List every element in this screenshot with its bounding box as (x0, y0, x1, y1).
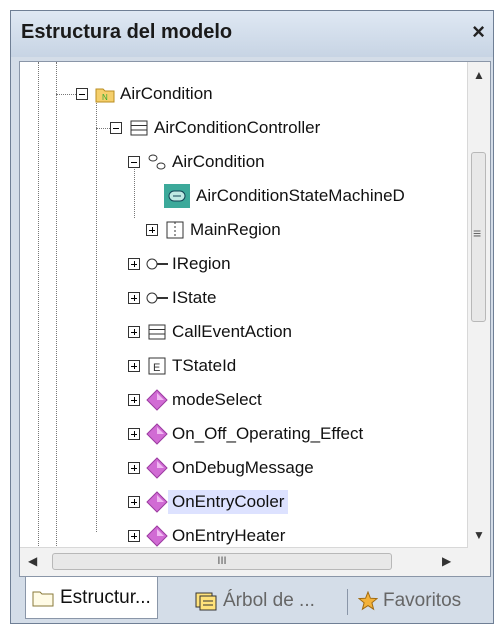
tree-item-aircondition-statemachine[interactable]: AirCondition (128, 148, 269, 176)
expand-icon[interactable] (128, 292, 140, 304)
tree-item-label: CallEventAction (172, 322, 293, 341)
tree-item-tstateid[interactable]: E TStateId (128, 352, 240, 380)
expand-icon[interactable] (146, 224, 158, 236)
tree-item-label: OnEntryCooler (168, 490, 289, 514)
tree-item-label: IRegion (172, 254, 231, 273)
svg-text:N: N (102, 93, 108, 102)
tree-item-ondebugmessage[interactable]: OnDebugMessage (128, 454, 318, 482)
star-icon (357, 590, 379, 612)
tree-guide (96, 128, 110, 129)
tree-item-calleventaction[interactable]: CallEventAction (128, 318, 296, 346)
tree-item-label: TStateId (172, 356, 237, 375)
tree-guide (96, 92, 97, 532)
class-icon (128, 117, 150, 139)
signal-icon (146, 389, 168, 411)
tree-item-label: modeSelect (172, 390, 262, 409)
tree-item-iregion[interactable]: IRegion (128, 250, 235, 278)
expand-icon[interactable] (128, 428, 140, 440)
tab-arbol[interactable]: Árbol de ... (195, 583, 315, 619)
tree-item-label: AirConditionStateMachineD (196, 186, 405, 205)
tree-item-mainregion[interactable]: MainRegion (146, 216, 285, 244)
expand-icon[interactable] (128, 258, 140, 270)
tab-divider (347, 589, 348, 615)
tree-item-aircondition-package[interactable]: N AirCondition (76, 80, 217, 108)
expand-icon[interactable] (128, 360, 140, 372)
model-tree: N AirCondition AirConditionController Ai… (20, 62, 468, 548)
tree-item-onentrycooler[interactable]: OnEntryCooler (128, 488, 289, 516)
tree-guide (56, 94, 76, 95)
tree-icon (195, 590, 217, 612)
expand-icon[interactable] (128, 496, 140, 508)
tree-item-modeselect[interactable]: modeSelect (128, 386, 266, 414)
tree-item-label: OnDebugMessage (172, 458, 314, 477)
signal-icon (146, 423, 168, 445)
scroll-up-icon[interactable]: ▲ (473, 68, 485, 82)
panel-title: Estructura del modelo (21, 21, 233, 43)
grip-icon: ≡ (473, 225, 482, 241)
grip-icon: III (217, 555, 227, 567)
tree-item-on-off-operating-effect[interactable]: On_Off_Operating_Effect (128, 420, 367, 448)
horizontal-scroll-thumb[interactable]: III (52, 553, 392, 570)
vertical-scrollbar[interactable]: ▲ ≡ ▼ (467, 62, 490, 548)
class-icon (146, 321, 168, 343)
expand-icon[interactable] (128, 462, 140, 474)
scroll-down-icon[interactable]: ▼ (473, 528, 485, 542)
scroll-right-icon[interactable]: ▶ (442, 554, 451, 568)
signal-icon (146, 457, 168, 479)
tree-item-label: AirCondition (172, 152, 265, 171)
tree-guide (56, 62, 57, 548)
tab-label: Estructur... (60, 586, 151, 608)
tree-item-airconditioncontroller[interactable]: AirConditionController (110, 114, 324, 142)
tree-item-label: MainRegion (190, 220, 281, 239)
expand-icon[interactable] (128, 326, 140, 338)
expand-icon[interactable] (128, 394, 140, 406)
tree-container: N AirCondition AirConditionController Ai… (19, 61, 491, 577)
tab-label: Árbol de ... (223, 590, 315, 611)
scrollbar-corner (468, 548, 490, 576)
tree-item-label: OnEntryHeater (172, 526, 286, 545)
tree-item-label: On_Off_Operating_Effect (172, 424, 364, 443)
tree-item-label: IState (172, 288, 217, 307)
collapse-icon[interactable] (128, 156, 140, 168)
tab-label: Favoritos (383, 590, 462, 611)
close-icon[interactable]: × (472, 19, 485, 45)
vertical-scroll-thumb[interactable]: ≡ (471, 152, 486, 322)
state-machine-icon (146, 151, 168, 173)
enumeration-icon: E (146, 355, 168, 377)
region-icon (164, 219, 186, 241)
scroll-left-icon[interactable]: ◀ (28, 554, 37, 568)
tree-guide (38, 62, 39, 548)
tree-item-label: AirConditionController (154, 118, 321, 137)
tab-estructura[interactable]: Estructur... (25, 577, 158, 619)
interface-icon (146, 253, 168, 275)
tab-favoritos[interactable]: Favoritos (357, 583, 461, 619)
package-icon: N (94, 83, 116, 105)
model-structure-panel: Estructura del modelo × N AirCondition A… (10, 10, 494, 624)
tree-item-label: AirCondition (120, 84, 213, 103)
folder-icon (32, 587, 54, 609)
panel-tabs: Estructur... Árbol de ... Favoritos (11, 577, 493, 625)
signal-icon (146, 491, 168, 513)
tree-item-istate[interactable]: IState (128, 284, 220, 312)
tree-item-onentryheater[interactable]: OnEntryHeater (128, 522, 289, 548)
collapse-icon[interactable] (76, 88, 88, 100)
interface-icon (146, 287, 168, 309)
expand-icon[interactable] (128, 530, 140, 542)
signal-icon (146, 525, 168, 547)
collapse-icon[interactable] (110, 122, 122, 134)
diagram-icon (164, 184, 190, 208)
horizontal-scrollbar[interactable]: ◀ III ▶ (20, 547, 468, 576)
panel-titlebar: Estructura del modelo × (11, 11, 493, 57)
tree-item-statemachine-diagram[interactable]: AirConditionStateMachineD (164, 182, 409, 210)
svg-text:E: E (153, 362, 160, 374)
